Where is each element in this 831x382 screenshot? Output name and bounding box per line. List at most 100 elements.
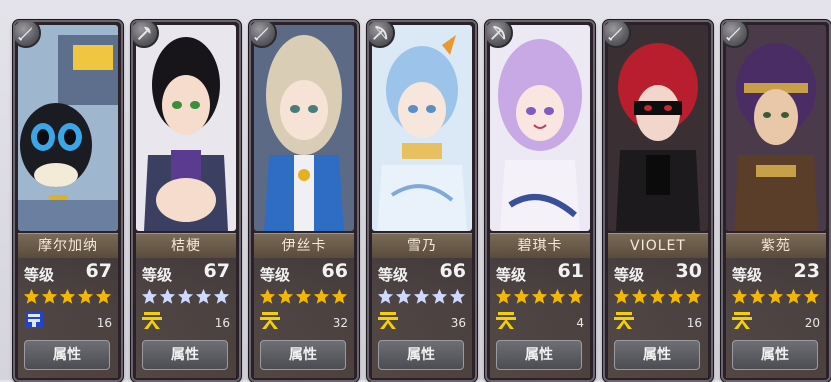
- star-rating: [613, 288, 705, 306]
- level-label: 等级: [24, 266, 55, 284]
- character-name: 紫苑: [726, 233, 826, 259]
- stat-panel: 等级 30 16 属性: [608, 258, 708, 378]
- star-icon: [95, 288, 112, 304]
- star-icon: [395, 288, 412, 304]
- star-rating: [495, 288, 587, 306]
- character-card[interactable]: 伊丝卡 等级 66 32 属性: [249, 20, 359, 382]
- star-icon: [613, 288, 630, 304]
- character-portrait: [254, 25, 354, 231]
- star-icon: [685, 288, 702, 304]
- level-value: 66: [321, 260, 348, 282]
- character-portrait: [18, 25, 118, 231]
- stat-panel: 等级 66 36 属性: [372, 258, 472, 378]
- level-value: 23: [793, 260, 820, 282]
- star-icon: [295, 288, 312, 304]
- character-card-row: 摩尔加纳 等级 67 16 属性 桔梗 等级 67 16 属性 伊丝卡 等级 6…: [13, 20, 831, 382]
- star-icon: [313, 288, 330, 304]
- character-card[interactable]: 摩尔加纳 等级 67 16 属性: [13, 20, 123, 382]
- character-card[interactable]: 桔梗 等级 67 16 属性: [131, 20, 241, 382]
- attribute-button[interactable]: 属性: [378, 340, 464, 370]
- attribute-button[interactable]: 属性: [614, 340, 700, 370]
- character-name: 桔梗: [136, 233, 236, 259]
- level-value: 30: [675, 260, 702, 282]
- character-card[interactable]: VIOLET 等级 30 16 属性: [603, 20, 713, 382]
- star-icon: [141, 288, 158, 304]
- tier-number: 20: [804, 316, 820, 330]
- star-icon: [41, 288, 58, 304]
- character-name: 雪乃: [372, 233, 472, 259]
- character-portrait: [490, 25, 590, 231]
- star-icon: [495, 288, 512, 304]
- level-label: 等级: [142, 266, 173, 284]
- character-portrait: [372, 25, 472, 231]
- star-icon: [377, 288, 394, 304]
- level-value: 61: [557, 260, 584, 282]
- attribute-button[interactable]: 属性: [260, 340, 346, 370]
- star-icon: [177, 288, 194, 304]
- level-label: 等级: [732, 266, 763, 284]
- star-icon: [159, 288, 176, 304]
- star-icon: [513, 288, 530, 304]
- level-value: 67: [203, 260, 230, 282]
- character-portrait: [726, 25, 826, 231]
- character-name: 伊丝卡: [254, 233, 354, 259]
- tier-number: 16: [96, 316, 112, 330]
- star-icon: [331, 288, 348, 304]
- character-name: VIOLET: [608, 233, 708, 259]
- stat-panel: 等级 67 16 属性: [136, 258, 236, 378]
- character-name: 摩尔加纳: [18, 233, 118, 259]
- character-card[interactable]: 紫苑 等级 23 20 属性: [721, 20, 831, 382]
- tier-number: 36: [450, 316, 466, 330]
- level-label: 等级: [614, 266, 645, 284]
- tier-gold-icon: [142, 312, 162, 329]
- star-icon: [23, 288, 40, 304]
- star-rating: [141, 288, 233, 306]
- tier-number: 16: [686, 316, 702, 330]
- level-value: 66: [439, 260, 466, 282]
- star-icon: [531, 288, 548, 304]
- stat-panel: 等级 66 32 属性: [254, 258, 354, 378]
- star-rating: [259, 288, 351, 306]
- character-name: 碧琪卡: [490, 233, 590, 259]
- star-icon: [731, 288, 748, 304]
- star-icon: [767, 288, 784, 304]
- tier-blue-icon: [25, 312, 43, 328]
- level-label: 等级: [260, 266, 291, 284]
- star-icon: [649, 288, 666, 304]
- character-portrait: [608, 25, 708, 231]
- star-icon: [431, 288, 448, 304]
- star-icon: [749, 288, 766, 304]
- star-icon: [803, 288, 820, 304]
- star-icon: [277, 288, 294, 304]
- tier-gold-icon: [378, 312, 398, 329]
- star-icon: [77, 288, 94, 304]
- level-label: 等级: [378, 266, 409, 284]
- tier-gold-icon: [496, 312, 516, 329]
- attribute-button[interactable]: 属性: [24, 340, 110, 370]
- tier-gold-icon: [614, 312, 634, 329]
- stat-panel: 等级 23 20 属性: [726, 258, 826, 378]
- attribute-button[interactable]: 属性: [142, 340, 228, 370]
- star-icon: [413, 288, 430, 304]
- character-card[interactable]: 雪乃 等级 66 36 属性: [367, 20, 477, 382]
- star-icon: [785, 288, 802, 304]
- star-rating: [23, 288, 115, 306]
- star-icon: [567, 288, 584, 304]
- star-icon: [549, 288, 566, 304]
- tier-number: 32: [332, 316, 348, 330]
- star-icon: [259, 288, 276, 304]
- attribute-button[interactable]: 属性: [496, 340, 582, 370]
- character-portrait: [136, 25, 236, 231]
- attribute-button[interactable]: 属性: [732, 340, 818, 370]
- star-icon: [59, 288, 76, 304]
- star-rating: [731, 288, 823, 306]
- star-icon: [195, 288, 212, 304]
- character-card[interactable]: 碧琪卡 等级 61 4 属性: [485, 20, 595, 382]
- tier-number: 4: [576, 316, 584, 330]
- star-icon: [449, 288, 466, 304]
- level-value: 67: [85, 260, 112, 282]
- tier-number: 16: [214, 316, 230, 330]
- star-icon: [631, 288, 648, 304]
- stat-panel: 等级 67 16 属性: [18, 258, 118, 378]
- tier-gold-icon: [260, 312, 280, 329]
